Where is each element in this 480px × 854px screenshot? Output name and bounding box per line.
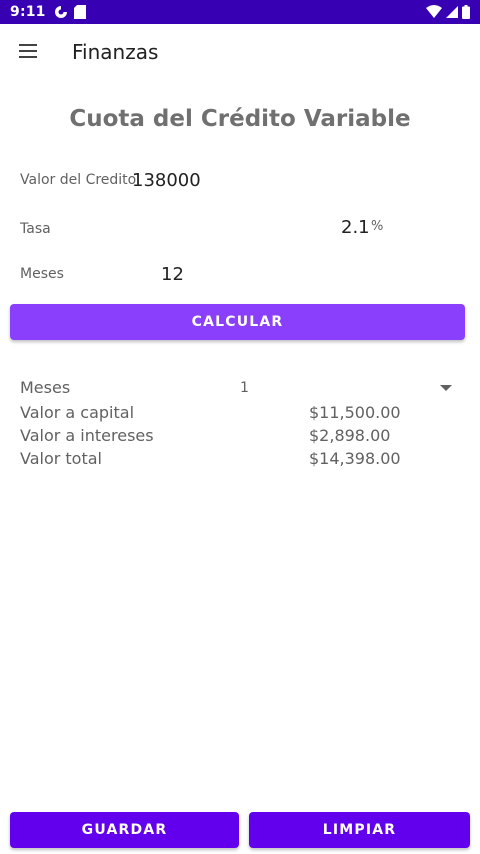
valor-credito-label: Valor del Credito: [20, 172, 137, 188]
status-time: 9:11: [10, 4, 46, 20]
results-meses-label: Meses: [20, 378, 71, 397]
valor-credito-input[interactable]: 138000: [132, 170, 201, 191]
menu-icon: [19, 43, 37, 62]
tasa-input[interactable]: 2.1: [341, 217, 370, 238]
total-value: $14,398.00: [309, 449, 401, 468]
chevron-down-icon[interactable]: [440, 385, 452, 391]
total-label: Valor total: [20, 449, 102, 468]
privacy-icon: [54, 5, 68, 19]
meses-spinner[interactable]: 1: [240, 380, 249, 396]
page-title: Cuota del Crédito Variable: [69, 106, 411, 132]
guardar-button[interactable]: GUARDAR: [10, 812, 239, 848]
meses-input[interactable]: 12: [161, 264, 184, 285]
capital-label: Valor a capital: [20, 403, 135, 422]
tasa-percent-suffix: %: [371, 219, 384, 234]
tasa-label: Tasa: [20, 221, 51, 237]
intereses-value: $2,898.00: [309, 426, 391, 445]
menu-button[interactable]: [0, 24, 56, 80]
app-title: Finanzas: [72, 40, 159, 64]
app-bar: Finanzas: [0, 24, 480, 80]
meses-label: Meses: [20, 266, 64, 282]
intereses-label: Valor a intereses: [20, 426, 154, 445]
status-right-icons: [426, 5, 470, 19]
calculate-button[interactable]: CALCULAR: [10, 304, 465, 340]
wifi-icon: [426, 5, 442, 19]
status-left-icons: [54, 5, 86, 19]
sd-card-icon: [73, 5, 86, 19]
signal-icon: [446, 5, 458, 19]
capital-value: $11,500.00: [309, 403, 401, 422]
limpiar-button[interactable]: LIMPIAR: [249, 812, 470, 848]
battery-icon: [462, 5, 470, 19]
status-bar: 9:11: [0, 0, 480, 24]
